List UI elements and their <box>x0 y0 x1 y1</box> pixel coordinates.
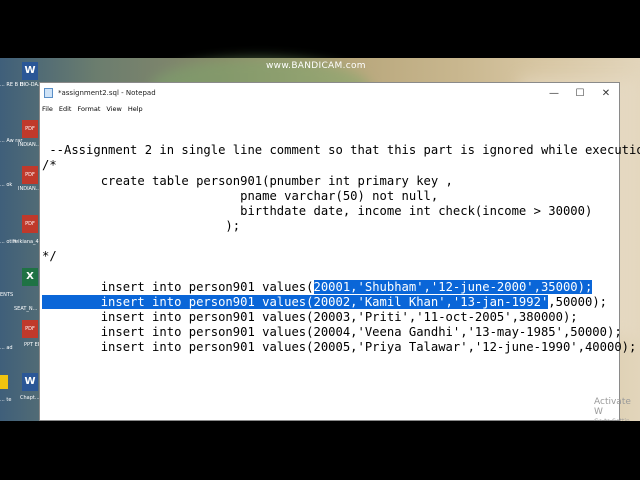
code-line: ); <box>42 219 241 233</box>
word-document-icon: W <box>22 373 38 391</box>
code-line-insert: insert into person901 values(20001,'Shub… <box>42 280 593 295</box>
bandicam-watermark: www.BANDICAM.com <box>266 61 366 71</box>
pdf-document-icon: PDF <box>22 120 38 138</box>
text-selection: 20001,'Shubham','12-june-2000',35000); <box>313 280 593 294</box>
word-document-icon: W <box>22 62 38 80</box>
menu-file[interactable]: File <box>42 105 53 113</box>
code-line-insert: insert into person901 values(20003,'Prit… <box>42 310 578 324</box>
menu-format[interactable]: Format <box>77 105 100 113</box>
menu-edit[interactable]: Edit <box>59 105 72 113</box>
video-letterbox-bottom <box>0 421 640 480</box>
minimize-button[interactable]: — <box>541 83 567 103</box>
title-bar[interactable]: *assignment2.sql - Notepad — ☐ ✕ <box>40 83 619 103</box>
text-editor[interactable]: --Assignment 2 in single line comment so… <box>40 114 640 420</box>
pdf-document-icon: PDF <box>22 320 38 338</box>
notepad-icon <box>44 88 53 98</box>
window-title: *assignment2.sql - Notepad <box>58 89 156 97</box>
code-line: pname varchar(50) not null, <box>42 189 439 203</box>
desktop-icons: ... RE B DI WBIO-DA... MIDTE ... Aw rar … <box>0 58 40 421</box>
code-line: */ <box>42 249 57 263</box>
text-selection: insert into person901 values(20002,'Kami… <box>42 295 549 309</box>
menu-bar: File Edit Format View Help <box>40 103 619 114</box>
code-line-insert: insert into person901 values(20002,'Kami… <box>42 295 607 310</box>
close-button[interactable]: ✕ <box>593 83 619 103</box>
code-text: insert into person901 values( <box>42 280 314 294</box>
pdf-document-icon: PDF <box>22 215 38 233</box>
maximize-button[interactable]: ☐ <box>567 83 593 103</box>
folder-icon <box>0 375 8 389</box>
code-line: /* <box>42 158 57 172</box>
menu-view[interactable]: View <box>106 105 121 113</box>
code-line: birthdate date, income int check(income … <box>42 204 593 218</box>
code-line-insert: insert into person901 values(20005,'Priy… <box>42 340 637 354</box>
code-text: ,50000); <box>548 295 607 309</box>
notepad-window: *assignment2.sql - Notepad — ☐ ✕ File Ed… <box>39 82 640 421</box>
menu-help[interactable]: Help <box>128 105 143 113</box>
code-line-insert: insert into person901 values(20004,'Veen… <box>42 325 622 339</box>
video-letterbox-top <box>0 0 640 58</box>
excel-document-icon: X <box>22 268 38 286</box>
code-line-comment: --Assignment 2 in single line comment so… <box>42 143 640 157</box>
code-line: create table person901(pnumber int prima… <box>42 174 453 188</box>
